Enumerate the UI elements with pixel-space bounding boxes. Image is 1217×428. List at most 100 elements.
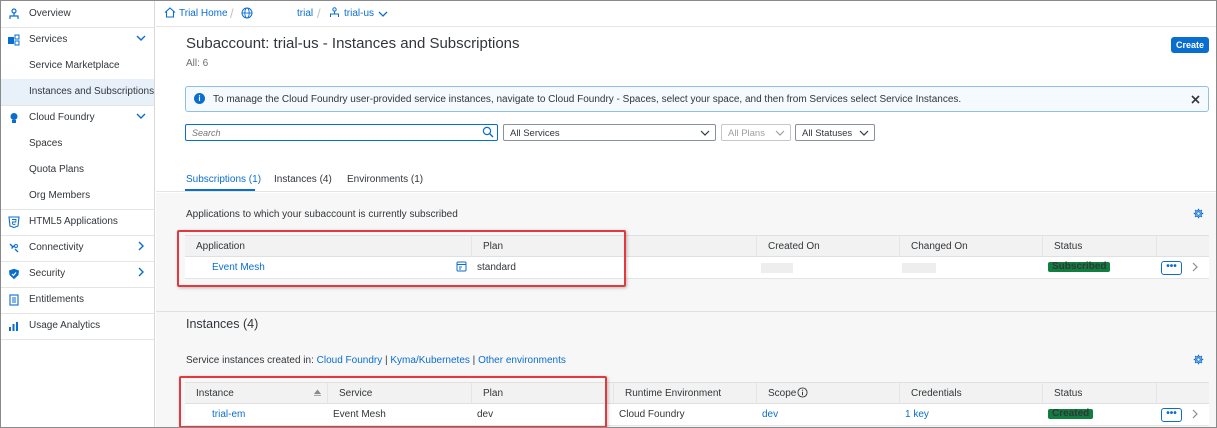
statuses-filter-select[interactable]: All Statuses xyxy=(795,124,875,141)
search-icon[interactable] xyxy=(482,126,494,141)
chevron-down-icon[interactable] xyxy=(136,32,146,46)
sidebar-item-label: Instances and Subscriptions xyxy=(29,86,155,97)
sidebar-item-label: Spaces xyxy=(29,138,63,149)
column-header-changed-on[interactable]: Changed On xyxy=(900,235,1043,257)
open-application-icon[interactable] xyxy=(456,261,467,275)
column-header-actions xyxy=(1157,235,1209,257)
connectivity-icon xyxy=(7,241,20,254)
plan-cell: dev xyxy=(477,409,494,420)
instances-table: Instance Service Plan Runtime Environmen… xyxy=(185,382,1209,427)
more-actions-button[interactable]: ••• xyxy=(1161,408,1182,422)
column-header-instance[interactable]: Instance xyxy=(185,382,328,404)
shield-icon xyxy=(7,267,20,280)
subscriptions-table: Application Plan Created On Changed On S… xyxy=(185,235,1209,281)
link-separator: | xyxy=(385,355,388,366)
info-message-text: To manage the Cloud Foundry user-provide… xyxy=(213,94,962,105)
sidebar-item-quota-plans[interactable]: Quota Plans xyxy=(1,157,154,183)
tab-subscriptions[interactable]: Subscriptions (1) xyxy=(186,174,261,185)
scope-link[interactable]: dev xyxy=(762,409,778,420)
sidebar-item-instances-subscriptions[interactable]: Instances and Subscriptions xyxy=(1,79,154,105)
info-icon: i xyxy=(194,93,205,104)
close-icon[interactable] xyxy=(1191,90,1200,107)
sidebar-item-label: Services xyxy=(29,34,68,45)
subaccount-icon xyxy=(329,7,340,21)
column-header-application[interactable]: Application xyxy=(185,235,472,257)
breadcrumb-subaccount[interactable]: trial-us xyxy=(344,8,374,19)
column-header-plan[interactable]: Plan xyxy=(472,382,614,404)
gear-icon[interactable] xyxy=(1193,208,1204,222)
instances-heading: Instances (4) xyxy=(186,317,259,331)
chevron-right-icon[interactable] xyxy=(1191,262,1199,275)
instance-link[interactable]: trial-em xyxy=(212,409,245,420)
breadcrumb-separator: / xyxy=(317,6,321,21)
select-value: All Services xyxy=(510,128,560,139)
column-header-status[interactable]: Status xyxy=(1043,235,1157,257)
services-filter-select[interactable]: All Services xyxy=(503,124,716,141)
link-kyma-kubernetes[interactable]: Kyma/Kubernetes xyxy=(390,355,470,366)
globe-icon xyxy=(241,7,253,22)
more-actions-button[interactable]: ••• xyxy=(1161,261,1182,275)
sidebar-item-security[interactable]: Security xyxy=(1,261,154,287)
create-button[interactable]: Create xyxy=(1171,37,1209,53)
cloud-foundry-icon xyxy=(7,111,20,124)
overview-icon xyxy=(7,7,20,20)
sidebar-item-html5-applications[interactable]: HTML5 Applications xyxy=(1,209,154,235)
chevron-down-icon[interactable] xyxy=(378,9,388,21)
column-header-scope[interactable]: Scope xyxy=(757,382,900,404)
column-header-runtime-environment[interactable]: Runtime Environment xyxy=(614,382,757,404)
tab-instances[interactable]: Instances (4) xyxy=(274,174,332,185)
sidebar-item-label: Overview xyxy=(29,8,71,19)
sidebar-item-label: Usage Analytics xyxy=(29,320,101,331)
search-field[interactable] xyxy=(185,124,498,141)
sort-ascending-icon[interactable] xyxy=(313,388,322,399)
gear-icon[interactable] xyxy=(1193,354,1204,368)
info-icon[interactable] xyxy=(797,387,808,401)
link-separator: | xyxy=(472,355,476,366)
search-input[interactable] xyxy=(192,127,472,139)
sidebar-item-overview[interactable]: Overview xyxy=(1,1,154,27)
column-header-credentials[interactable]: Credentials xyxy=(900,382,1043,404)
status-badge: Subscribed xyxy=(1048,262,1111,272)
runtime-cell: Cloud Foundry xyxy=(619,409,685,420)
tab-bar: Subscriptions (1) Instances (4) Environm… xyxy=(156,166,1216,192)
sidebar-item-connectivity[interactable]: Connectivity xyxy=(1,235,154,261)
link-cloud-foundry[interactable]: Cloud Foundry xyxy=(317,355,383,366)
status-badge: Created xyxy=(1048,409,1094,419)
sidebar-item-entitlements[interactable]: Entitlements xyxy=(1,287,154,313)
redacted-created-on xyxy=(761,263,793,273)
sidebar-item-label: Security xyxy=(29,268,66,279)
application-link[interactable]: Event Mesh xyxy=(212,262,265,273)
sidebar-item-org-members[interactable]: Org Members xyxy=(1,183,154,209)
analytics-icon xyxy=(7,319,20,332)
created-in-label: Service instances created in: xyxy=(186,355,314,366)
column-header-service[interactable]: Service xyxy=(328,382,472,404)
sidebar-item-label: Quota Plans xyxy=(29,164,85,175)
plan-cell: standard xyxy=(477,262,516,273)
breadcrumb-separator: / xyxy=(230,6,234,21)
chevron-down-icon[interactable] xyxy=(136,110,146,124)
sidebar-item-service-marketplace[interactable]: Service Marketplace xyxy=(1,53,154,79)
chevron-right-icon[interactable] xyxy=(136,266,146,280)
info-message-strip: i To manage the Cloud Foundry user-provi… xyxy=(185,86,1209,112)
column-header-actions xyxy=(1157,382,1209,404)
select-value: All Plans xyxy=(728,128,765,139)
credentials-link[interactable]: 1 key xyxy=(905,409,929,420)
sidebar-item-spaces[interactable]: Spaces xyxy=(1,131,154,157)
column-header-status[interactable]: Status xyxy=(1043,382,1157,404)
services-icon xyxy=(7,33,20,46)
sidebar-item-cloud-foundry[interactable]: Cloud Foundry xyxy=(1,105,154,131)
chevron-right-icon[interactable] xyxy=(1191,409,1199,422)
sidebar-item-usage-analytics[interactable]: Usage Analytics xyxy=(1,313,154,339)
home-icon xyxy=(164,7,176,21)
column-header-plan[interactable]: Plan xyxy=(472,235,757,257)
chevron-right-icon[interactable] xyxy=(136,240,146,254)
link-other-environments[interactable]: Other environments xyxy=(478,355,566,366)
plans-filter-select: All Plans xyxy=(721,124,791,141)
chevron-down-icon xyxy=(700,125,710,140)
sidebar-item-services[interactable]: Services xyxy=(1,27,154,53)
breadcrumb-home[interactable]: Trial Home xyxy=(179,8,228,19)
tab-environments[interactable]: Environments (1) xyxy=(347,174,423,185)
subscriptions-description: Applications to which your subaccount is… xyxy=(186,209,458,220)
breadcrumb-global-account[interactable]: trial xyxy=(297,8,313,19)
column-header-created-on[interactable]: Created On xyxy=(757,235,900,257)
